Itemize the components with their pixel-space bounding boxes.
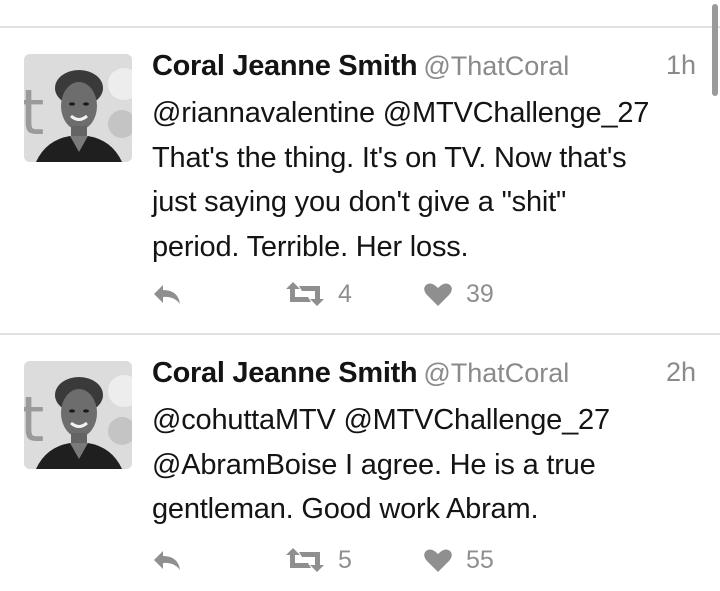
tweet-header: Coral Jeanne Smith @ThatCoral 1h — [152, 50, 696, 90]
retweet-button[interactable]: 5 — [286, 540, 352, 580]
svg-text:t: t — [24, 383, 44, 456]
avatar[interactable]: t — [24, 361, 132, 469]
reply-icon — [152, 282, 182, 306]
tweet-feed: t Coral Jeanne Smith @ThatCoral 1h @riann… — [0, 0, 720, 591]
tweet-actions: 5 55 — [152, 540, 572, 580]
reply-button[interactable] — [152, 540, 182, 580]
heart-icon — [424, 282, 452, 306]
author-handle[interactable]: @ThatCoral — [423, 51, 569, 81]
like-button[interactable]: 39 — [424, 274, 494, 314]
retweet-button[interactable]: 4 — [286, 274, 352, 314]
tweet-header: Coral Jeanne Smith @ThatCoral 2h — [152, 357, 696, 397]
like-count: 39 — [466, 279, 494, 308]
timestamp[interactable]: 2h — [666, 357, 696, 388]
like-count: 55 — [466, 545, 494, 574]
tweet-text-line: @riannavalentine @MTVChallenge_27 — [152, 97, 650, 129]
tweet-text-line: @cohuttaMTV @MTVChallenge_27 — [152, 404, 610, 436]
tweet-text: @riannavalentine @MTVChallenge_27 That's… — [152, 91, 702, 269]
tweet-card[interactable]: t Coral Jeanne Smith @ThatCoral 1h @riann… — [0, 28, 720, 333]
author-name[interactable]: Coral Jeanne Smith — [152, 357, 418, 389]
tweet-text-line: That's the thing. It's on TV. Now that's — [152, 141, 627, 174]
tweet-text-line: period. Terrible. Her loss. — [152, 230, 469, 263]
like-button[interactable]: 55 — [424, 540, 494, 580]
tweet-text-line: gentleman. Good work Abram. — [152, 493, 539, 525]
author-handle[interactable]: @ThatCoral — [423, 358, 569, 388]
retweet-count: 4 — [338, 279, 352, 308]
tweet-actions: 4 39 — [152, 274, 572, 314]
retweet-icon — [286, 548, 324, 572]
timestamp[interactable]: 1h — [666, 50, 696, 81]
retweet-icon — [286, 282, 324, 306]
reply-button[interactable] — [152, 274, 182, 314]
tweet-text-line: just saying you don't give a "shit" — [152, 186, 567, 218]
author-name[interactable]: Coral Jeanne Smith — [152, 50, 418, 82]
tweet-card[interactable]: t Coral Jeanne Smith @ThatCoral 2h @cohut… — [0, 335, 720, 591]
retweet-count: 5 — [338, 545, 352, 574]
svg-text:t: t — [24, 76, 44, 149]
avatar[interactable]: t — [24, 54, 132, 162]
tweet-text: @cohuttaMTV @MTVChallenge_27 @AbramBoise… — [152, 398, 702, 532]
heart-icon — [424, 548, 452, 572]
tweet-text-line: @AbramBoise I agree. He is a true — [152, 448, 596, 481]
reply-icon — [152, 548, 182, 572]
